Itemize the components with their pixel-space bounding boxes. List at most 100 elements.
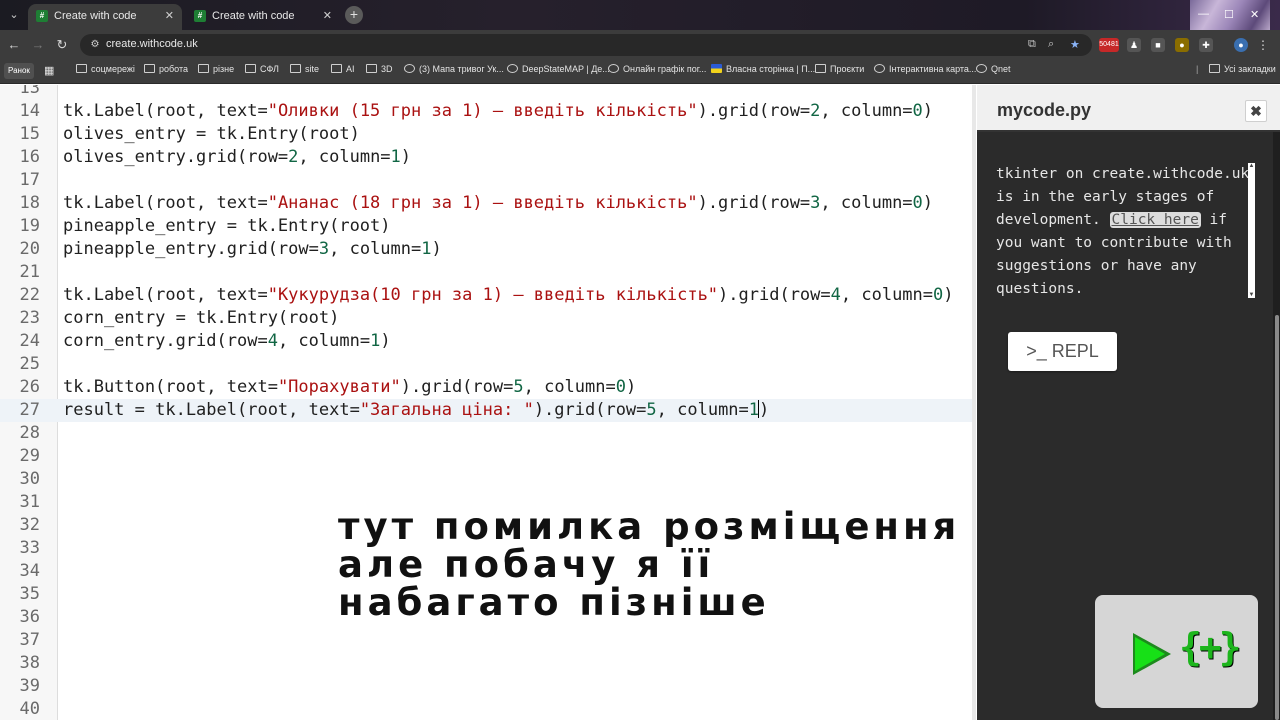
tab-close-icon[interactable]: ✕: [165, 9, 174, 22]
code-line[interactable]: 23 corn_entry = tk.Entry(root): [0, 307, 972, 330]
contribute-link[interactable]: Click here: [1109, 212, 1201, 228]
extensions-puzzle-icon[interactable]: ✚: [1199, 38, 1213, 52]
profile-avatar[interactable]: ●: [1234, 38, 1248, 52]
apps-grid-icon[interactable]: ▦: [44, 64, 54, 77]
output-panel: mycode.py ✖ tkinter on create.withcode.u…: [977, 85, 1280, 720]
window-controls: — ☐ ✕: [1190, 0, 1270, 30]
minimize-icon[interactable]: —: [1198, 8, 1209, 20]
tab-active[interactable]: # Create with code ✕: [28, 4, 182, 30]
tab-inactive[interactable]: # Create with code ✕: [186, 4, 340, 30]
extension-icon[interactable]: ■: [1151, 38, 1165, 52]
bookmark-folder[interactable]: соцмережі: [76, 64, 135, 74]
bookmark-folder[interactable]: 3D: [366, 64, 393, 74]
new-tab-button[interactable]: +: [345, 6, 363, 24]
run-button[interactable]: {+}: [1095, 595, 1258, 708]
translate-icon[interactable]: ⧉: [1028, 38, 1036, 51]
code-line[interactable]: 18 tk.Label(root, text="Ананас (18 грн за…: [0, 192, 972, 215]
bookmark-link[interactable]: Власна сторінка | П...: [711, 64, 815, 74]
repl-button[interactable]: >_ REPL: [1008, 332, 1117, 371]
code-line[interactable]: 16 olives_entry.grid(row=2, column=1): [0, 146, 972, 169]
bookmark-link[interactable]: Qnet: [976, 64, 1011, 74]
notice-scrollbar[interactable]: ▲ ▼: [1248, 163, 1255, 298]
code-line[interactable]: 25: [0, 353, 972, 376]
line-number: 27: [19, 400, 40, 420]
outage-schedule-icon: [608, 64, 619, 73]
code-token: result = tk.Label(root, text=: [63, 400, 360, 420]
bookmark-folder[interactable]: СФЛ: [245, 64, 279, 74]
tab-close-icon[interactable]: ✕: [323, 9, 332, 22]
code-line[interactable]: 27 result = tk.Label(root, text="Загальна…: [0, 399, 972, 422]
scroll-up-icon[interactable]: ▲: [1248, 163, 1255, 169]
line-number: 32: [19, 515, 40, 535]
line-number: 31: [19, 492, 40, 512]
bookmark-link[interactable]: (3) Мапа тривог Ук...: [404, 64, 504, 74]
site-info-icon[interactable]: ⚙: [88, 38, 102, 52]
bookmark-link[interactable]: Онлайн графік пог...: [608, 64, 706, 74]
code-line[interactable]: 24 corn_entry.grid(row=4, column=1): [0, 330, 972, 353]
zoom-icon[interactable]: ⌕: [1048, 38, 1054, 51]
tkinter-notice: tkinter on create.withcode.uk is in the …: [996, 163, 1251, 301]
line-number: 19: [19, 216, 40, 236]
code-token: ).grid(row=: [400, 377, 514, 397]
panel-header: mycode.py ✖: [977, 85, 1280, 132]
extension-icon[interactable]: ●: [1175, 38, 1189, 52]
code-text: olives_entry.grid(row=2, column=1): [63, 146, 411, 169]
bookmark-star-icon[interactable]: ★: [1070, 38, 1080, 51]
extension-badge[interactable]: 50481: [1099, 38, 1119, 52]
bookmark-folder[interactable]: різне: [198, 64, 234, 74]
code-line[interactable]: 14 tk.Label(root, text="Оливки (15 грн за…: [0, 100, 972, 123]
code-line[interactable]: 28: [0, 422, 972, 445]
line-number: 15: [19, 124, 40, 144]
folder-icon: [144, 64, 155, 73]
bookmark-folder[interactable]: AI: [331, 64, 355, 74]
bookmark-folder[interactable]: site: [290, 64, 319, 74]
panel-scrollbar-thumb[interactable]: [1275, 315, 1279, 720]
editor-scrollbar[interactable]: [972, 85, 976, 720]
back-icon[interactable]: ←: [6, 37, 22, 53]
line-number: 34: [19, 561, 40, 581]
code-line[interactable]: 13: [0, 85, 972, 100]
tab-search-icon[interactable]: ⌄: [6, 7, 22, 23]
code-line[interactable]: 39: [0, 675, 972, 698]
code-token: , column=: [840, 285, 934, 305]
caption-line: тут помилка розміщення: [338, 505, 961, 548]
code-line[interactable]: 19 pineapple_entry = tk.Entry(root): [0, 215, 972, 238]
code-line[interactable]: 15 olives_entry = tk.Entry(root): [0, 123, 972, 146]
bookmark-folder[interactable]: робота: [144, 64, 188, 74]
code-line[interactable]: 29: [0, 445, 972, 468]
reload-icon[interactable]: ↻: [54, 37, 70, 53]
code-line[interactable]: 40: [0, 698, 972, 720]
line-number: 39: [19, 676, 40, 696]
code-editor[interactable]: 13 14 tk.Label(root, text="Оливки (15 грн …: [0, 85, 972, 720]
menu-kebab-icon[interactable]: ⋮: [1256, 38, 1270, 52]
close-panel-button[interactable]: ✖: [1245, 100, 1267, 122]
all-bookmarks-folder[interactable]: Усі закладки: [1209, 64, 1276, 74]
url-text: create.withcode.uk: [106, 38, 198, 50]
code-line[interactable]: 38: [0, 652, 972, 675]
extension-icon[interactable]: ♟: [1127, 38, 1141, 52]
code-line[interactable]: 37: [0, 629, 972, 652]
code-line[interactable]: 20 pineapple_entry.grid(row=3, column=1): [0, 238, 972, 261]
bookmark-label: 3D: [381, 64, 393, 74]
code-line[interactable]: 21: [0, 261, 972, 284]
close-window-icon[interactable]: ✕: [1250, 8, 1259, 21]
code-line[interactable]: 17: [0, 169, 972, 192]
folder-icon: [366, 64, 377, 73]
code-line[interactable]: 26 tk.Button(root, text="Порахувати").gri…: [0, 376, 972, 399]
code-token: tk.Label(root, text=: [63, 193, 268, 213]
code-text: result = tk.Label(root, text="Загальна ц…: [63, 399, 769, 422]
file-title: mycode.py: [997, 100, 1092, 120]
bookmark-folder[interactable]: Проєкти: [815, 64, 864, 74]
maximize-icon[interactable]: ☐: [1224, 8, 1234, 21]
qnet-icon: [976, 64, 987, 73]
bookmark-profile-chip[interactable]: Ранок: [4, 63, 34, 79]
bookmark-link[interactable]: DeepStateMAP | Де...: [507, 64, 610, 74]
scroll-down-icon[interactable]: ▼: [1248, 292, 1255, 298]
code-line[interactable]: 22 tk.Label(root, text="Кукурудза(10 грн …: [0, 284, 972, 307]
bookmark-label: site: [305, 64, 320, 74]
forward-icon[interactable]: →: [30, 37, 46, 53]
line-number: 17: [19, 170, 40, 190]
bookmark-link[interactable]: Інтерактивна карта...: [874, 64, 976, 74]
code-line[interactable]: 30: [0, 468, 972, 491]
address-bar[interactable]: ⚙ create.withcode.uk ⧉ ⌕ ★: [80, 34, 1092, 56]
